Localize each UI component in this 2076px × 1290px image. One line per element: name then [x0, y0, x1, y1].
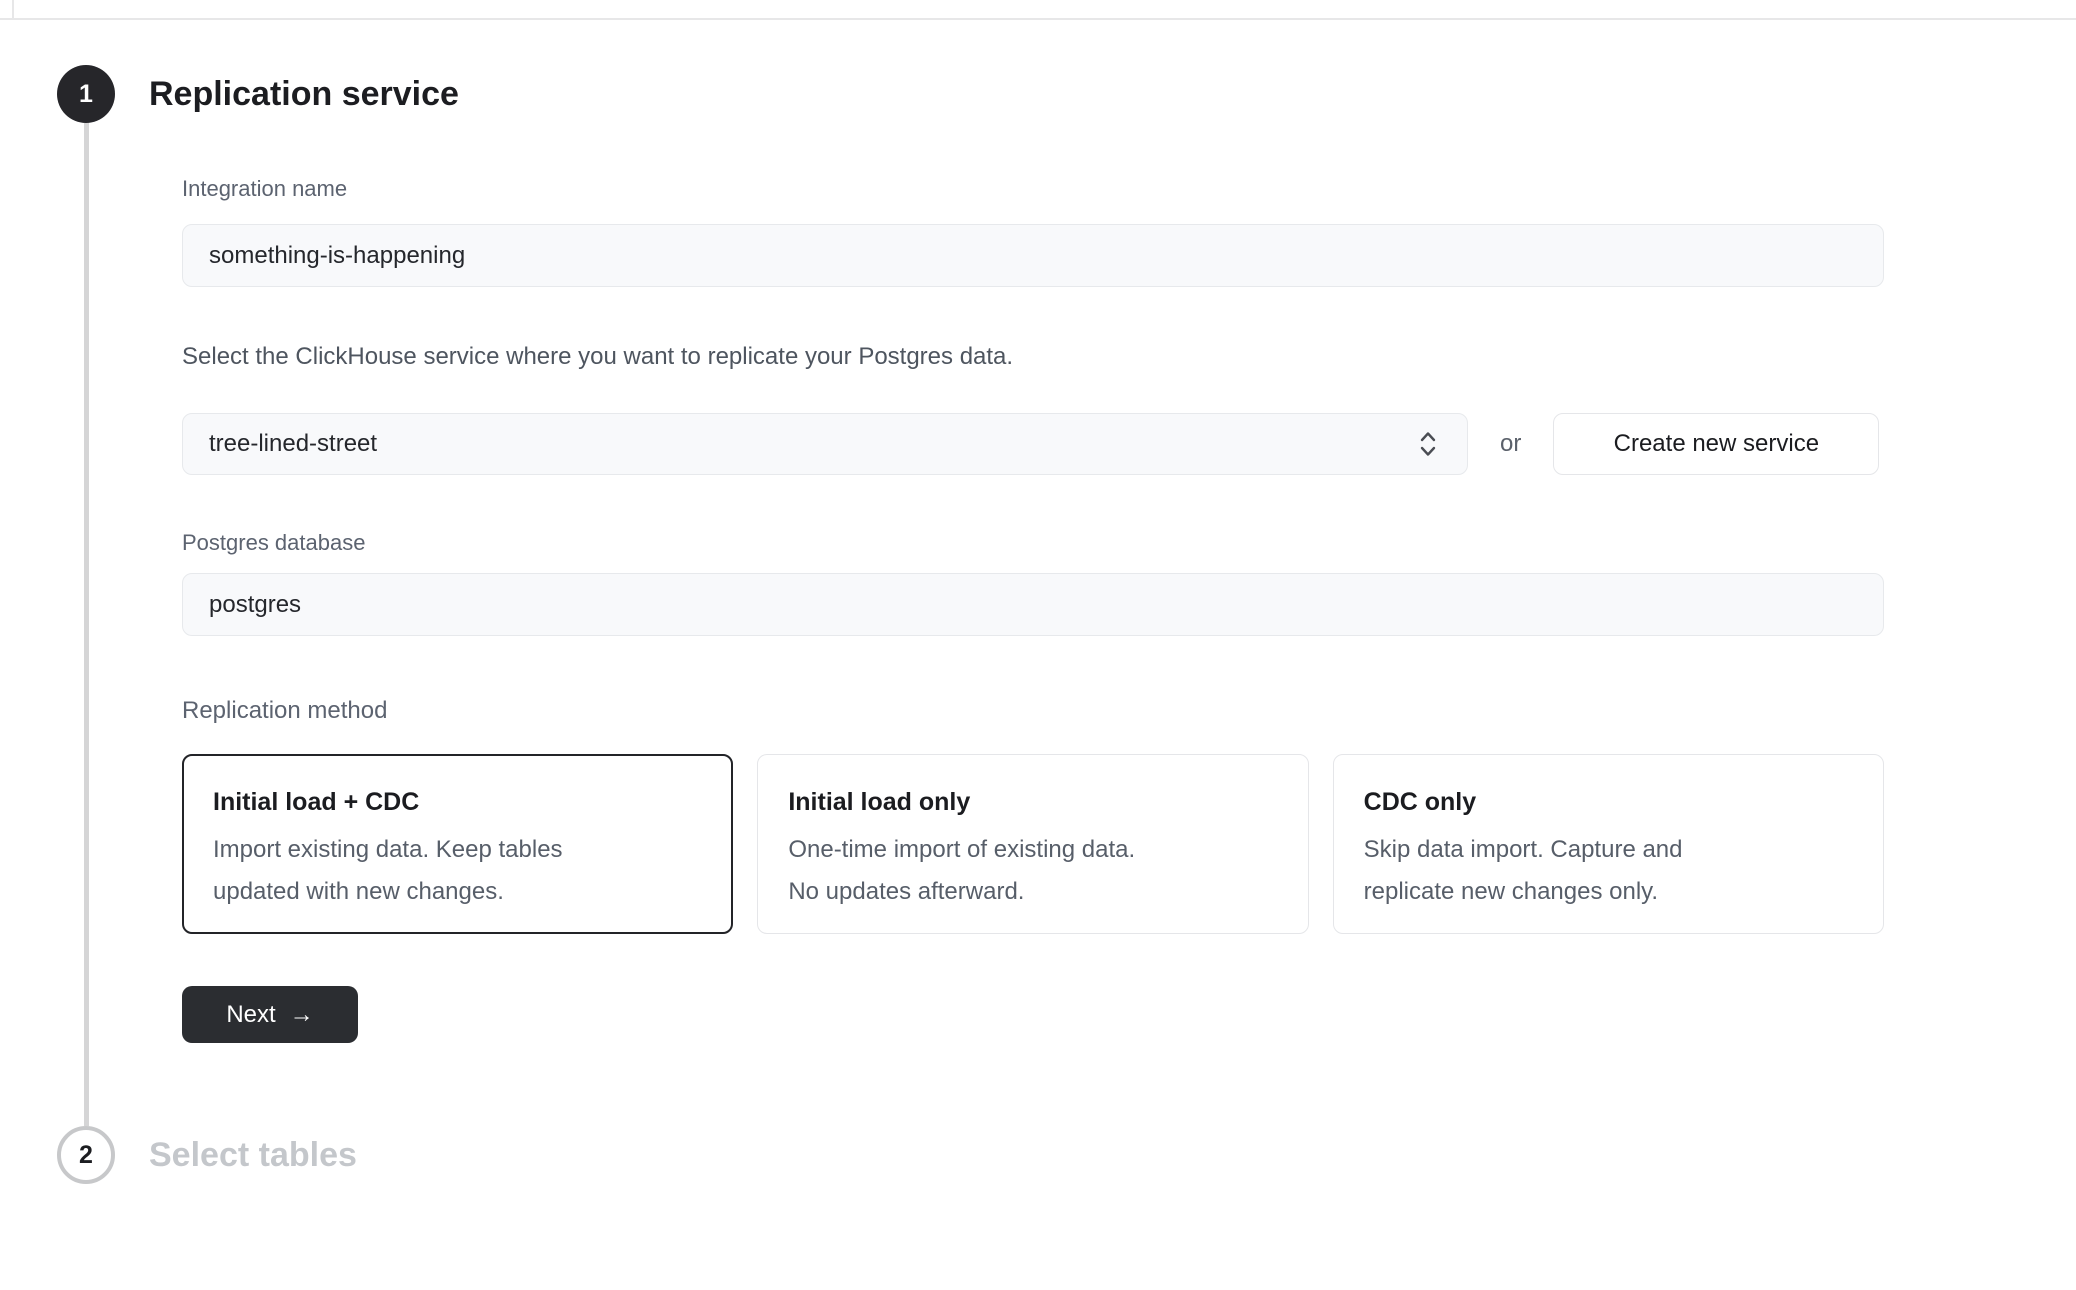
service-select-description: Select the ClickHouse service where you … — [182, 344, 1884, 370]
step-1-section: 1 Replication service Integration name S… — [57, 65, 2076, 1126]
option-description: One-time import of existing data. No upd… — [788, 829, 1277, 913]
integration-name-input[interactable] — [182, 224, 1884, 287]
arrow-right-icon: → — [290, 1003, 314, 1027]
step-1-body: Replication service Integration name Sel… — [115, 65, 2076, 1126]
next-button[interactable]: Next → — [182, 986, 358, 1043]
chevron-up-down-icon — [1419, 429, 1437, 459]
next-button-label: Next — [226, 1001, 275, 1029]
step-2-title: Select tables — [149, 1126, 2076, 1184]
postgres-database-label: Postgres database — [182, 530, 1884, 556]
replication-method-options: Initial load + CDC Import existing data.… — [182, 754, 1884, 934]
option-description: Skip data import. Capture and replicate … — [1364, 829, 1853, 913]
replication-setup-wizard: 1 Replication service Integration name S… — [0, 20, 2076, 1184]
option-card-cdc-only[interactable]: CDC only Skip data import. Capture and r… — [1333, 754, 1884, 934]
clickhouse-service-select[interactable]: tree-lined-street — [182, 413, 1468, 475]
create-new-service-button[interactable]: Create new service — [1553, 413, 1879, 475]
option-card-initial-load-cdc[interactable]: Initial load + CDC Import existing data.… — [182, 754, 733, 934]
step-1-indicator: 1 — [57, 65, 115, 123]
step-1-content: Integration name Select the ClickHouse s… — [182, 123, 1884, 1126]
option-description: Import existing data. Keep tables update… — [213, 829, 702, 913]
selected-service-value: tree-lined-street — [209, 430, 377, 458]
top-divider — [0, 0, 2076, 20]
step-2-rail: 2 — [57, 1126, 115, 1184]
or-separator-text: or — [1500, 430, 1521, 458]
step-1-title: Replication service — [149, 65, 2076, 123]
integration-name-label: Integration name — [182, 176, 1884, 202]
step-2-section: 2 Select tables — [57, 1126, 2076, 1184]
step-2-number: 2 — [79, 1141, 93, 1170]
step-1-rail: 1 — [57, 65, 115, 1126]
step-2-body: Select tables — [115, 1126, 2076, 1184]
step-1-number: 1 — [79, 80, 93, 109]
option-title: Initial load + CDC — [213, 786, 702, 818]
option-title: Initial load only — [788, 786, 1277, 818]
step-connector-line — [84, 123, 89, 1126]
corner-divider-stub — [12, 0, 14, 20]
option-title: CDC only — [1364, 786, 1853, 818]
postgres-database-input[interactable] — [182, 573, 1884, 636]
option-card-initial-load-only[interactable]: Initial load only One-time import of exi… — [757, 754, 1308, 934]
service-select-row: tree-lined-street or Create new service — [182, 413, 1884, 475]
replication-method-label: Replication method — [182, 698, 1884, 724]
step-2-indicator: 2 — [57, 1126, 115, 1184]
